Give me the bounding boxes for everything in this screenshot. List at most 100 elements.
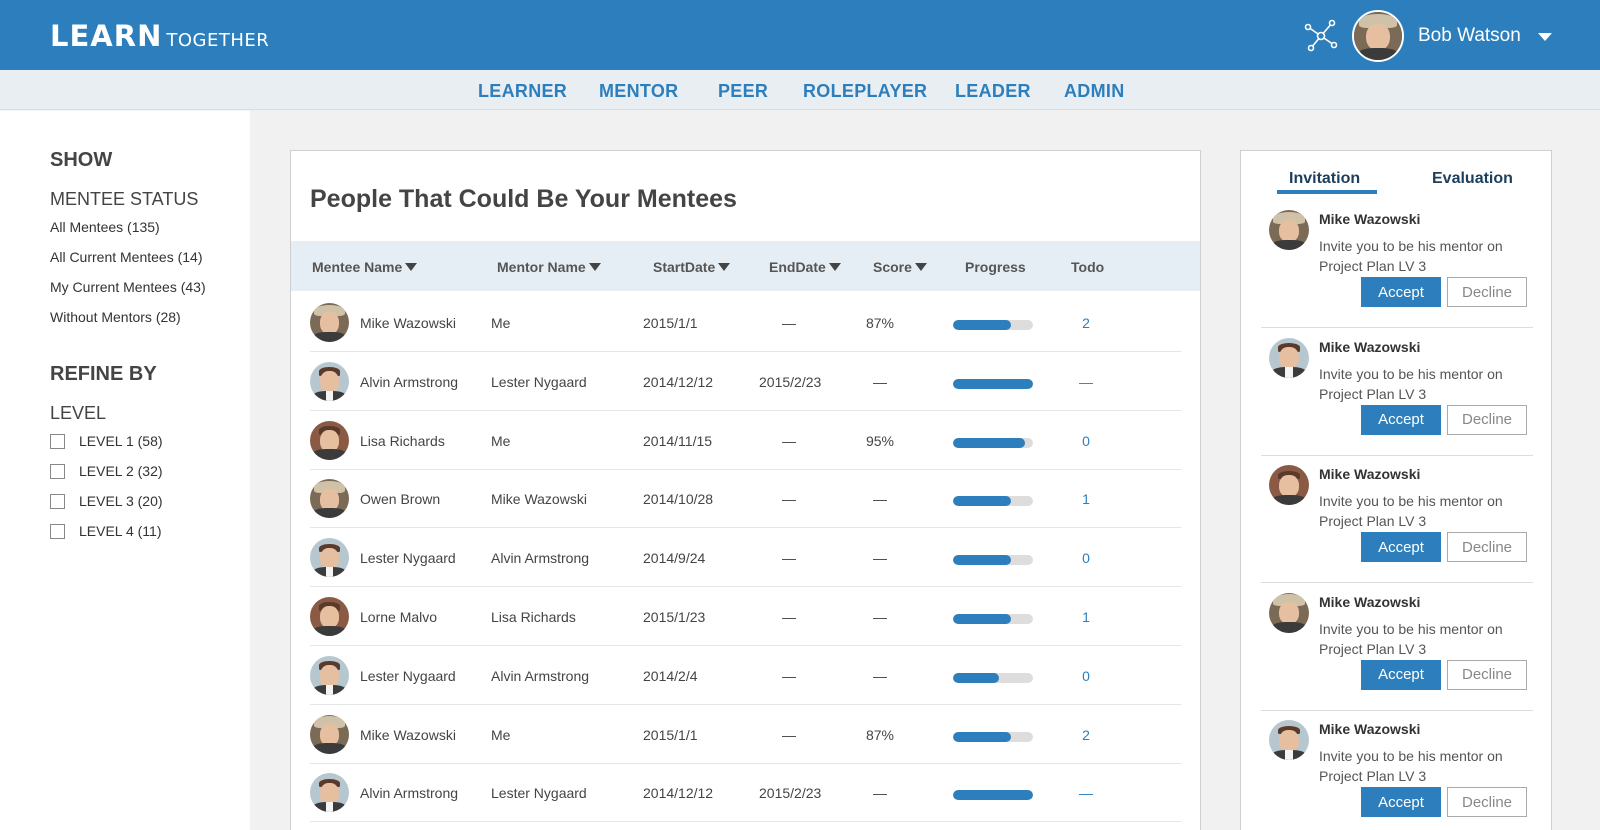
end-date: 2015/2/23 <box>759 785 822 802</box>
score: 95% <box>865 432 895 449</box>
mentee-name[interactable]: Lester Nygaard <box>360 668 456 684</box>
inviter-name[interactable]: Mike Wazowski <box>1319 339 1420 355</box>
level-1-checkbox[interactable]: LEVEL 1 (58) <box>50 433 163 449</box>
mentee-name[interactable]: Mike Wazowski <box>360 727 456 743</box>
tab-evaluation[interactable]: Evaluation <box>1432 170 1513 188</box>
accept-button[interactable]: Accept <box>1361 787 1441 817</box>
mentee-name[interactable]: Lorne Malvo <box>360 609 437 625</box>
nav-leader[interactable]: LEADER <box>955 81 1031 102</box>
checkbox-icon[interactable] <box>50 433 65 449</box>
progress-bar <box>953 790 1033 801</box>
col-mentor-name[interactable]: Mentor Name <box>497 259 601 275</box>
checkbox-icon[interactable] <box>50 523 65 539</box>
todo-count[interactable]: 0 <box>1056 550 1116 566</box>
table-row[interactable]: Alvin Armstrong Lester Nygaard 2014/12/12 2… <box>310 762 1181 823</box>
accept-button[interactable]: Accept <box>1361 532 1441 562</box>
app-logo[interactable]: LEARN TOGETHER <box>50 19 269 53</box>
todo-count[interactable]: 2 <box>1056 315 1116 331</box>
accept-button[interactable]: Accept <box>1361 404 1441 435</box>
filter-my-current-mentees[interactable]: My Current Mentees (43) <box>50 279 206 295</box>
end-date: — <box>782 491 796 508</box>
checkbox-icon[interactable] <box>50 463 65 479</box>
col-score-label: Score <box>873 259 912 275</box>
mentor-name: Alvin Armstrong <box>491 667 590 684</box>
nav-mentor[interactable]: MENTOR <box>599 81 678 102</box>
todo-count[interactable]: — <box>1056 785 1116 801</box>
invitation-item: Mike Wazowski Invite you to be his mentor… <box>1261 581 1533 711</box>
progress-fill <box>953 496 1011 507</box>
progress-bar <box>953 555 1033 566</box>
decline-button[interactable]: Decline <box>1447 277 1527 307</box>
nav-roleplayer[interactable]: ROLEPLAYER <box>803 81 927 102</box>
table-row[interactable]: Lester Nygaard Alvin Armstrong 2014/9/24 — —… <box>310 527 1181 588</box>
table-row[interactable]: Alvin Armstrong Lester Nygaard 2014/12/12 2… <box>310 351 1181 411</box>
accept-button[interactable]: Accept <box>1361 277 1441 307</box>
table-row[interactable]: Owen Brown Mike Wazowski 2014/10/28 — — 1 <box>310 468 1181 529</box>
mentee-name[interactable]: Owen Brown <box>360 491 440 507</box>
todo-count[interactable]: 2 <box>1056 727 1116 743</box>
nav-peer[interactable]: PEER <box>718 81 768 102</box>
invitation-item: Mike Wazowski Invite you to be his mentor… <box>1261 708 1533 830</box>
col-end-date-label: EndDate <box>769 259 826 275</box>
decline-button[interactable]: Decline <box>1447 659 1527 690</box>
inviter-name[interactable]: Mike Wazowski <box>1319 594 1420 610</box>
inviter-name[interactable]: Mike Wazowski <box>1319 211 1420 227</box>
start-date: 2015/1/1 <box>643 726 698 743</box>
decline-button[interactable]: Decline <box>1447 532 1527 562</box>
col-mentor-name-label: Mentor Name <box>497 259 586 275</box>
end-date: — <box>782 432 796 449</box>
level-3-checkbox[interactable]: LEVEL 3 (20) <box>50 493 163 509</box>
col-end-date[interactable]: EndDate <box>769 259 841 275</box>
mentee-avatar <box>310 597 349 636</box>
todo-count[interactable]: — <box>1056 374 1116 390</box>
mentee-status-heading: MENTEE STATUS <box>50 189 199 209</box>
start-date: 2014/2/4 <box>643 667 698 684</box>
table-row[interactable]: Lisa Richards Me 2014/11/15 — 95% 0 <box>310 410 1181 470</box>
mentee-name[interactable]: Alvin Armstrong <box>360 785 458 801</box>
mentee-name[interactable]: Alvin Armstrong <box>360 374 458 390</box>
mentee-avatar <box>310 479 349 519</box>
tab-invitation[interactable]: Invitation <box>1289 170 1360 188</box>
table-row[interactable]: Lorne Malvo Lisa Richards 2015/1/23 — — 1 <box>310 586 1181 646</box>
nav-admin[interactable]: ADMIN <box>1064 81 1125 102</box>
filter-all-mentees[interactable]: All Mentees (135) <box>50 219 160 235</box>
mentee-name[interactable]: Lisa Richards <box>360 433 445 449</box>
decline-button[interactable]: Decline <box>1447 787 1527 817</box>
nav-learner[interactable]: LEARNER <box>478 81 567 102</box>
col-score[interactable]: Score <box>873 259 927 275</box>
todo-count[interactable]: 1 <box>1056 609 1116 625</box>
table-row[interactable]: Lester Nygaard Alvin Armstrong 2014/2/4 — — 0 <box>310 645 1181 705</box>
caret-down-icon[interactable] <box>1538 33 1552 41</box>
todo-count[interactable]: 0 <box>1056 433 1116 449</box>
table-row[interactable]: Mike Wazowski Me 2015/1/1 — 87% 2 <box>310 704 1181 764</box>
accept-button[interactable]: Accept <box>1361 659 1441 690</box>
inviter-avatar <box>1269 720 1309 760</box>
network-share-icon[interactable] <box>1302 17 1340 55</box>
user-avatar[interactable] <box>1352 10 1404 62</box>
refine-by-heading: REFINE BY <box>50 363 157 385</box>
score: — <box>873 550 887 567</box>
user-name[interactable]: Bob Watson <box>1418 25 1521 47</box>
col-mentee-name[interactable]: Mentee Name <box>312 259 418 275</box>
mentee-name[interactable]: Mike Wazowski <box>360 315 456 331</box>
level-heading: LEVEL <box>50 403 107 423</box>
progress-bar <box>953 672 1033 683</box>
progress-fill <box>953 320 1011 330</box>
mentee-avatar <box>310 420 349 460</box>
todo-count[interactable]: 1 <box>1056 491 1116 507</box>
level-4-checkbox[interactable]: LEVEL 4 (11) <box>50 523 162 539</box>
table-row[interactable]: Mike Wazowski Me 2015/1/1 — 87% 2 <box>310 292 1181 352</box>
mentee-name[interactable]: Lester Nygaard <box>360 550 456 566</box>
progress-fill <box>953 731 1011 742</box>
inviter-name[interactable]: Mike Wazowski <box>1319 721 1420 737</box>
inviter-name[interactable]: Mike Wazowski <box>1319 466 1420 482</box>
filter-all-current-mentees[interactable]: All Current Mentees (14) <box>50 249 203 265</box>
invitation-message: Invite you to be his mentor on Project P… <box>1319 365 1503 402</box>
todo-count[interactable]: 0 <box>1056 668 1116 684</box>
filter-without-mentors[interactable]: Without Mentors (28) <box>50 309 181 325</box>
checkbox-icon[interactable] <box>50 493 65 509</box>
level-1-label: LEVEL 1 (58) <box>79 433 163 449</box>
col-start-date[interactable]: StartDate <box>653 259 731 275</box>
decline-button[interactable]: Decline <box>1447 404 1527 435</box>
level-2-checkbox[interactable]: LEVEL 2 (32) <box>50 463 163 479</box>
